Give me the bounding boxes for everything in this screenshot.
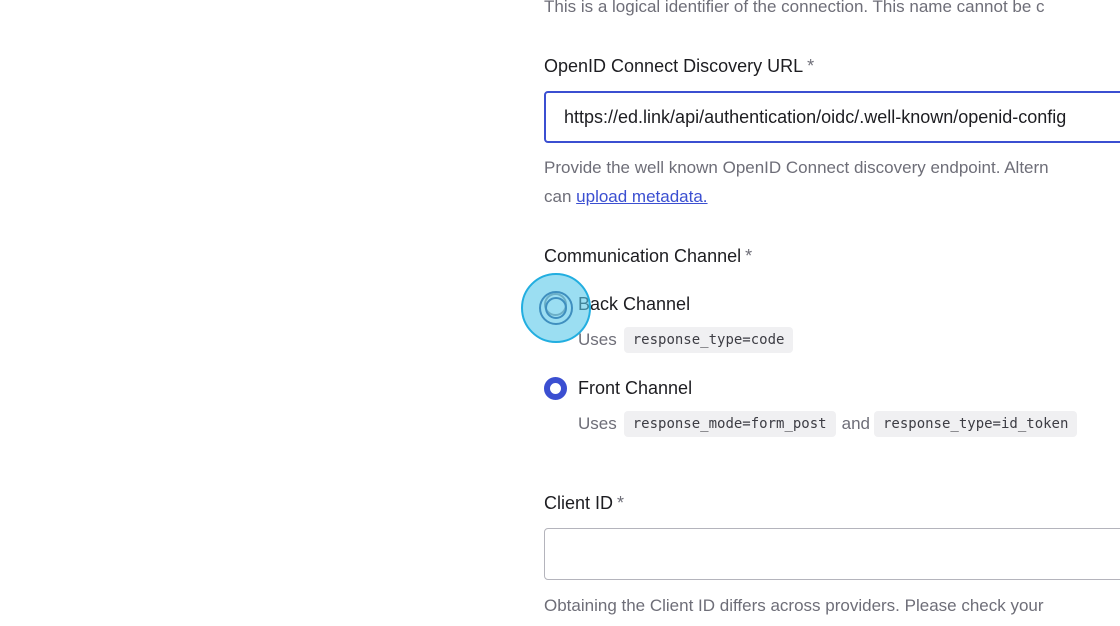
client-id-help: Obtaining the Client ID differs across p… xyxy=(544,596,1044,615)
and-joiner: and xyxy=(841,414,870,433)
page: This is a logical identifier of the conn… xyxy=(0,0,1120,626)
front-channel-option[interactable]: Front Channel xyxy=(544,377,692,400)
back-channel-radio[interactable] xyxy=(544,293,567,316)
communication-channel-label-text: Communication Channel xyxy=(544,246,742,266)
discovery-url-label-text: OpenID Connect Discovery URL xyxy=(544,56,804,76)
back-channel-option[interactable]: Back Channel xyxy=(544,293,690,316)
response-type-id-token-code: response_type=id_token xyxy=(873,410,1078,437)
client-id-label-text: Client ID xyxy=(544,493,614,513)
back-channel-label: Back Channel xyxy=(578,294,691,314)
communication-channel-label: Communication Channel * xyxy=(544,246,752,267)
required-marker: * xyxy=(745,246,753,266)
uses-label: Uses xyxy=(578,330,617,349)
discovery-url-label: OpenID Connect Discovery URL * xyxy=(544,56,814,77)
response-mode-code: response_mode=form_post xyxy=(623,410,836,437)
discovery-url-input[interactable] xyxy=(544,91,1120,143)
discovery-url-help-line1: Provide the well known OpenID Connect di… xyxy=(544,158,1049,177)
discovery-url-help: Provide the well known OpenID Connect di… xyxy=(544,153,1049,211)
upload-metadata-link[interactable]: upload metadata. xyxy=(576,187,707,206)
name-help-text: This is a logical identifier of the conn… xyxy=(544,0,1045,16)
front-channel-description: Uses response_mode=form_post and respons… xyxy=(578,409,1078,438)
client-id-label: Client ID * xyxy=(544,493,624,514)
client-id-input[interactable] xyxy=(544,528,1120,580)
back-channel-description: Uses response_type=code xyxy=(578,325,794,354)
required-marker: * xyxy=(807,56,815,76)
front-channel-radio[interactable] xyxy=(544,377,567,400)
help-prefix: can xyxy=(544,187,572,206)
uses-label: Uses xyxy=(578,414,617,433)
required-marker: * xyxy=(617,493,625,513)
discovery-url-help-line2: can upload metadata. xyxy=(544,182,1049,211)
front-channel-label: Front Channel xyxy=(578,378,693,398)
response-type-code: response_type=code xyxy=(623,326,794,353)
